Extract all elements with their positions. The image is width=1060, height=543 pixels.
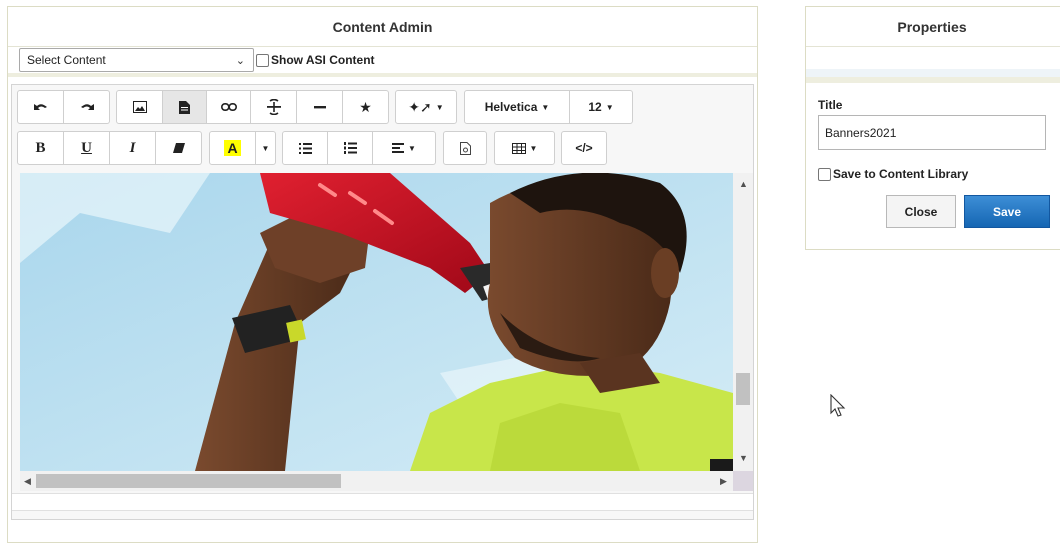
highlight-color-dropdown[interactable]: ▼	[256, 131, 276, 165]
undo-icon	[33, 104, 47, 110]
close-button[interactable]: Close	[886, 195, 956, 228]
content-admin-title: Content Admin	[8, 7, 757, 47]
editor-content-area[interactable]: ▲ ▼	[20, 173, 753, 473]
athlete-drinking-image	[20, 173, 733, 471]
properties-toolbar-strip	[806, 47, 1060, 69]
align-left-icon	[392, 143, 405, 153]
show-asi-label: Show ASI Content	[271, 53, 375, 67]
title-input[interactable]: Banners2021	[818, 115, 1046, 150]
rich-text-editor: ★ ✦➚ ▼ Helvetica ▼ 12 ▼ B U I A ▼ ▼ ▼ </…	[11, 84, 754, 520]
bold-button[interactable]: B	[17, 131, 64, 165]
bold-icon: B	[35, 139, 46, 156]
properties-title: Properties	[806, 7, 1060, 47]
template-icon	[459, 141, 471, 155]
underline-icon: U	[81, 139, 92, 156]
magic-wand-button[interactable]: ✦➚ ▼	[395, 90, 457, 124]
code-view-icon: </>	[575, 141, 593, 155]
scroll-left-arrow-icon[interactable]: ◀	[24, 476, 31, 487]
font-family-dropdown[interactable]: Helvetica ▼	[464, 90, 570, 124]
editor-vertical-scrollbar[interactable]: ▲ ▼	[733, 173, 753, 471]
properties-divider	[806, 69, 1060, 77]
vertical-scroll-thumb[interactable]	[736, 373, 750, 405]
table-icon	[511, 142, 526, 154]
unordered-list-button[interactable]	[282, 131, 328, 165]
save-button[interactable]: Save	[964, 195, 1050, 228]
italic-button[interactable]: I	[110, 131, 156, 165]
insert-template-button[interactable]	[443, 131, 487, 165]
image-icon	[132, 101, 147, 113]
caret-down-icon: ▼	[408, 143, 416, 153]
insert-document-button[interactable]	[163, 90, 207, 124]
undo-button[interactable]	[17, 90, 64, 124]
title-label: Title	[818, 98, 843, 112]
editor-horizontal-scrollbar[interactable]: ◀ ▶	[20, 471, 733, 491]
redo-icon	[80, 104, 94, 110]
code-view-button[interactable]: </>	[561, 131, 607, 165]
highlight-color-button[interactable]: A	[209, 131, 256, 165]
caret-down-icon: ▼	[435, 102, 444, 112]
highlight-color-icon: A	[224, 140, 241, 156]
eraser-icon	[172, 143, 185, 153]
show-asi-checkbox-label[interactable]: Show ASI Content	[256, 53, 375, 67]
insert-link-button[interactable]	[207, 90, 251, 124]
show-asi-checkbox[interactable]	[256, 53, 269, 67]
star-icon: ★	[359, 98, 372, 115]
clear-format-button[interactable]	[156, 131, 202, 165]
caret-down-icon: ▼	[261, 143, 270, 153]
magic-wand-icon: ✦➚	[408, 98, 432, 115]
numbered-list-icon	[343, 142, 357, 154]
italic-icon: I	[129, 139, 136, 156]
scrollbar-corner	[733, 471, 753, 491]
document-icon	[179, 100, 190, 114]
redo-button[interactable]	[64, 90, 110, 124]
special-character-button[interactable]: ★	[343, 90, 389, 124]
scroll-down-arrow-icon[interactable]: ▼	[739, 453, 748, 463]
select-content-value: Select Content	[27, 53, 106, 67]
save-to-library-checkbox-label[interactable]: Save to Content Library	[818, 167, 968, 181]
insert-table-dropdown[interactable]: ▼	[494, 131, 555, 165]
font-size-dropdown[interactable]: 12 ▼	[570, 90, 633, 124]
caret-down-icon: ▼	[529, 143, 538, 153]
properties-divider-bottom	[806, 77, 1060, 83]
content-select-row: Select Content ⌄ Show ASI Content	[8, 47, 757, 77]
scroll-right-arrow-icon[interactable]: ▶	[720, 476, 727, 487]
horizontal-rule-button[interactable]	[297, 90, 343, 124]
font-family-value: Helvetica	[484, 100, 538, 114]
unlink-button[interactable]	[251, 90, 297, 124]
title-input-value: Banners2021	[825, 125, 897, 140]
horizontal-rule-icon	[313, 105, 326, 108]
chevron-down-icon: ⌄	[235, 54, 245, 67]
save-to-library-label: Save to Content Library	[833, 167, 969, 181]
save-to-library-checkbox[interactable]	[818, 167, 831, 181]
scroll-up-arrow-icon[interactable]: ▲	[739, 179, 748, 189]
paragraph-align-dropdown[interactable]: ▼	[373, 131, 436, 165]
editor-resize-bar[interactable]	[12, 493, 753, 511]
insert-image-button[interactable]	[116, 90, 163, 124]
caret-down-icon: ▼	[605, 102, 614, 112]
mouse-cursor-icon	[830, 394, 846, 417]
unlink-icon	[266, 99, 281, 115]
properties-panel: Properties Title Banners2021 Save to Con…	[805, 6, 1060, 250]
font-size-value: 12	[588, 100, 602, 114]
editor-toolbar: ★ ✦➚ ▼ Helvetica ▼ 12 ▼ B U I A ▼ ▼ ▼ </…	[12, 85, 753, 173]
banner-image	[20, 173, 733, 471]
caret-down-icon: ▼	[541, 102, 550, 112]
bullet-list-icon	[298, 142, 312, 154]
content-admin-panel: Content Admin Select Content ⌄ Show ASI …	[7, 6, 758, 543]
select-content-dropdown[interactable]: Select Content ⌄	[19, 48, 254, 72]
link-icon	[220, 103, 237, 111]
horizontal-scroll-thumb[interactable]	[36, 474, 341, 488]
ordered-list-button[interactable]	[328, 131, 373, 165]
underline-button[interactable]: U	[64, 131, 110, 165]
